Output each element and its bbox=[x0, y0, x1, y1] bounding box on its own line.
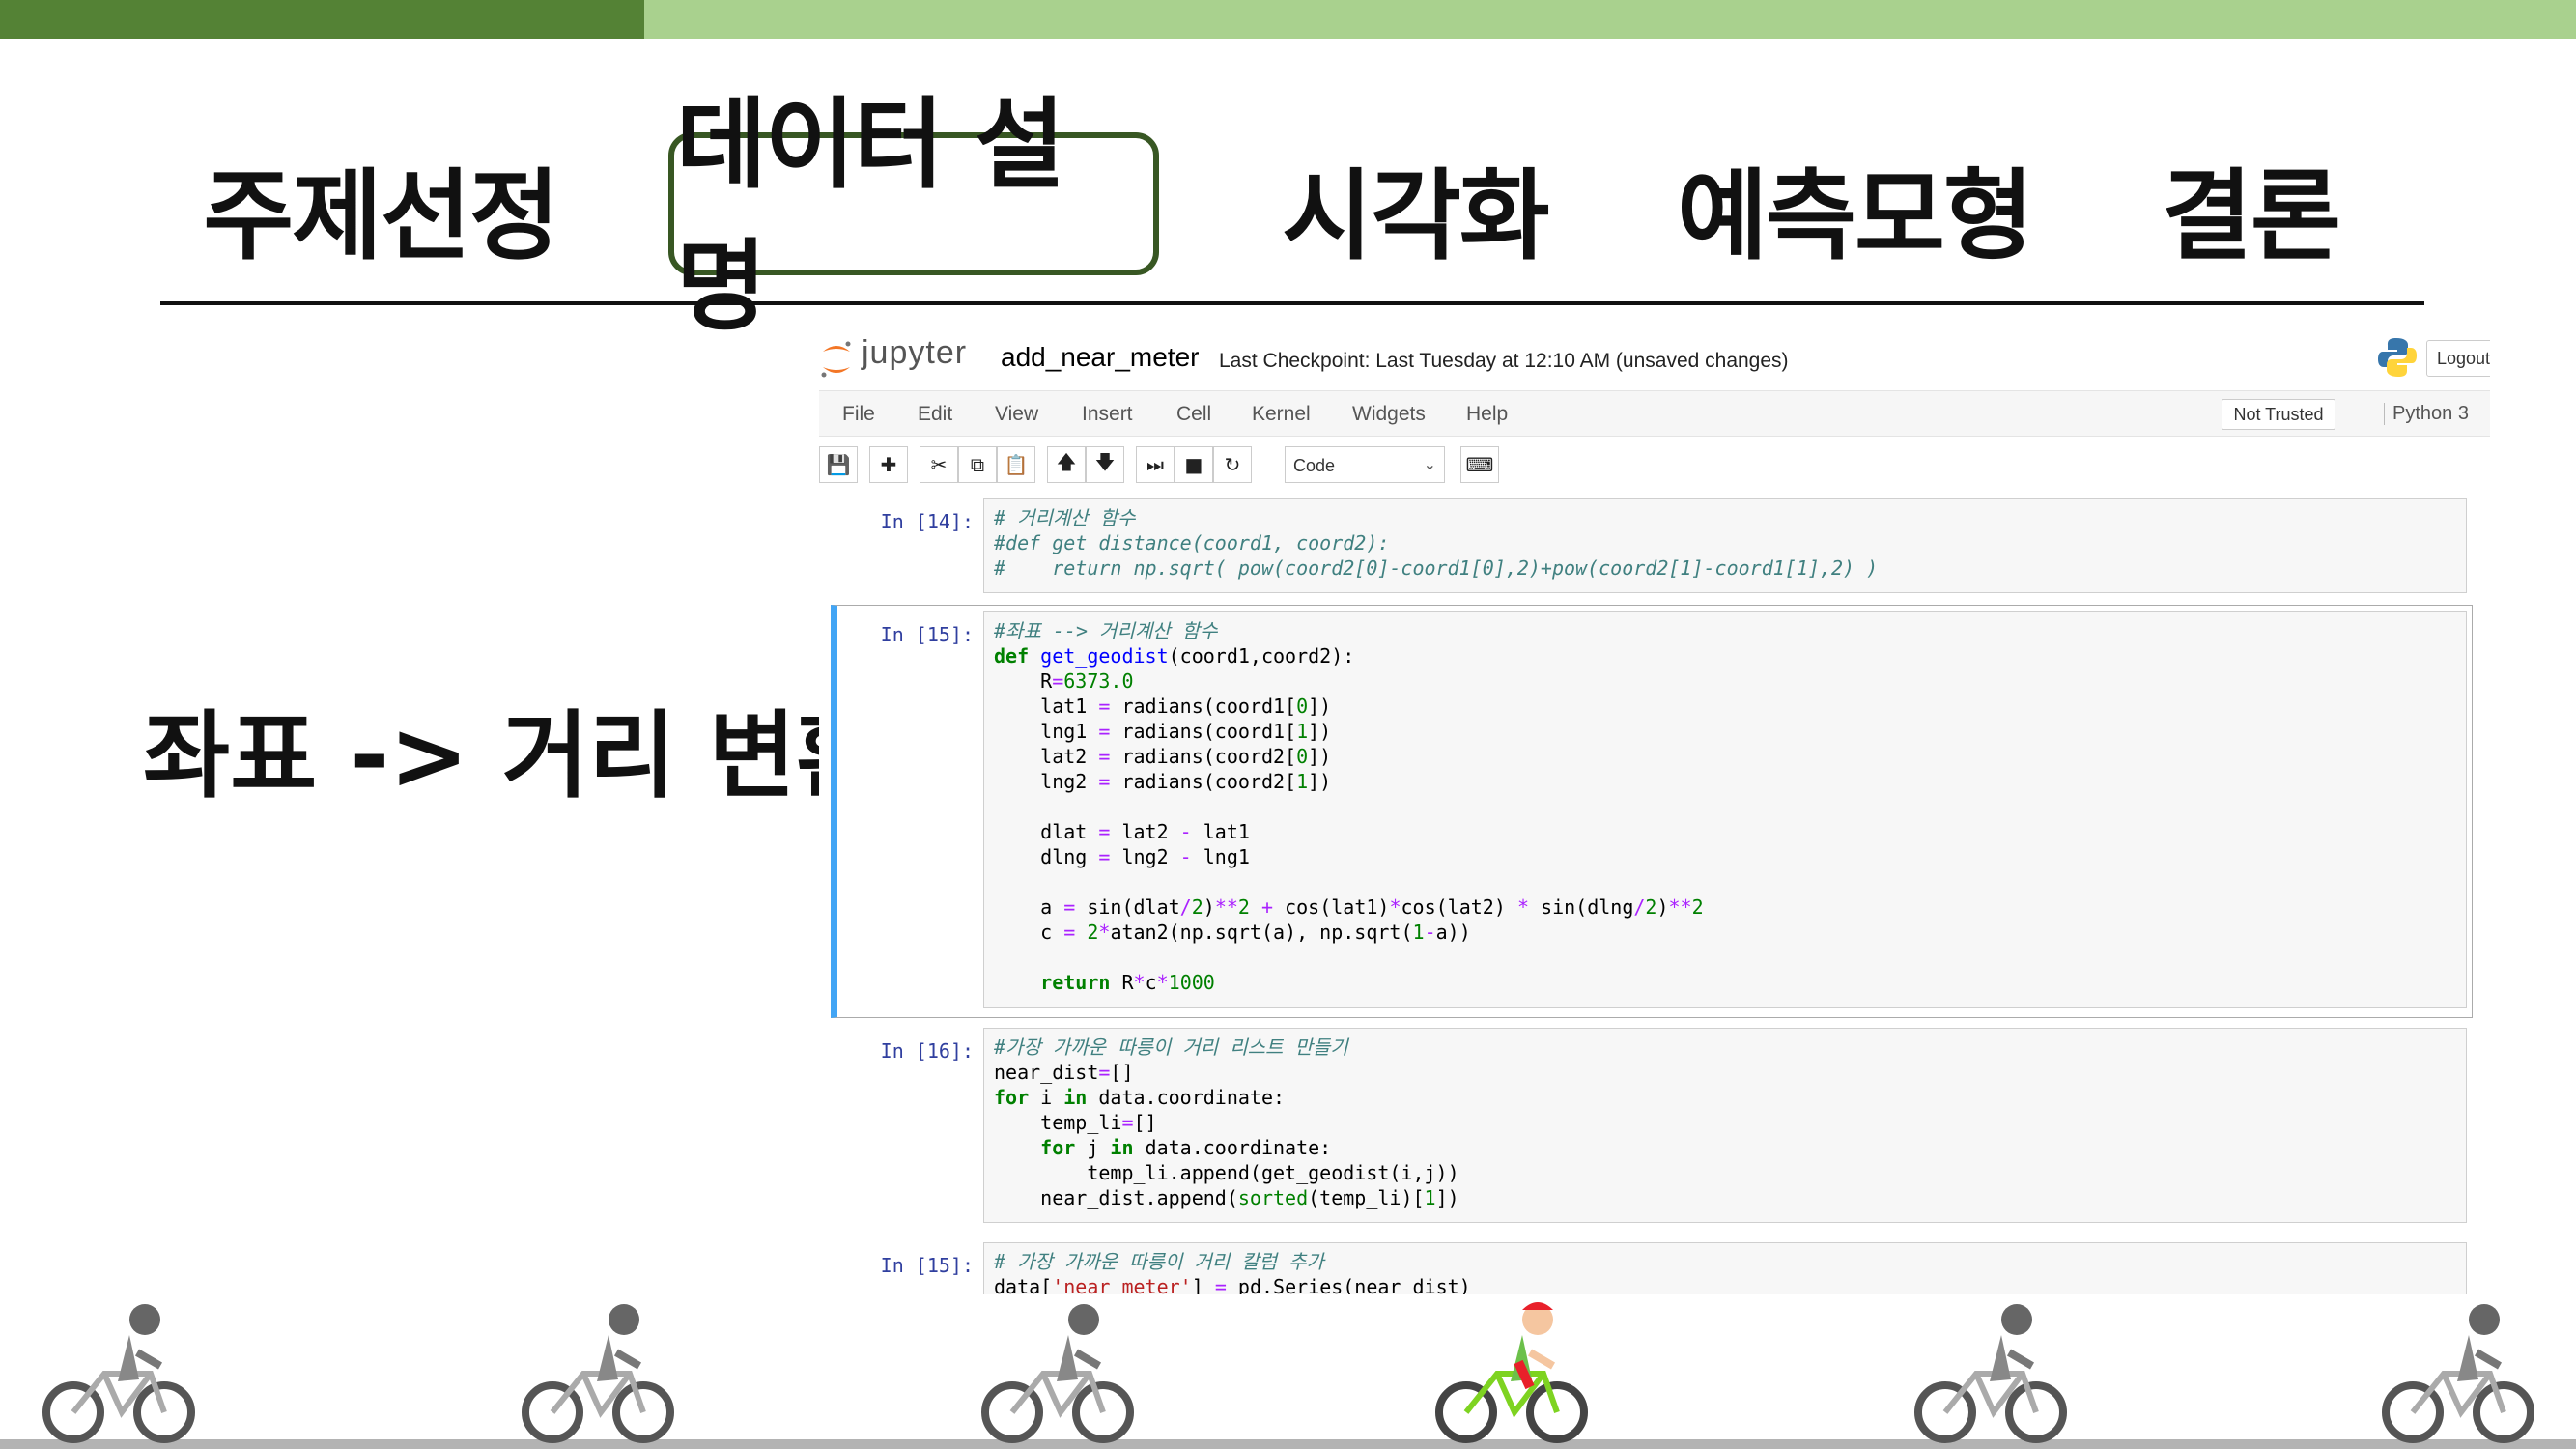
cyclist-icon bbox=[522, 1304, 674, 1443]
nav-divider bbox=[160, 301, 2424, 305]
nav-item-topic[interactable]: 주제선정 bbox=[189, 145, 572, 274]
paste-icon: 📋 bbox=[1004, 453, 1029, 476]
menu-file[interactable]: File bbox=[842, 403, 875, 426]
cell-input[interactable]: # 가장 가까운 따릉이 거리 칼럼 추가 data['near_meter']… bbox=[983, 1242, 2467, 1294]
menu-bar: File Edit View Insert Cell Kernel Widget… bbox=[819, 390, 2490, 437]
insert-cell-button[interactable]: ✚ bbox=[869, 446, 908, 483]
cyclist-icon-active bbox=[1435, 1302, 1588, 1443]
arrow-down-icon: 🡇 bbox=[1094, 450, 1116, 473]
nav-item-data-description[interactable]: 데이터 설명 bbox=[676, 88, 1151, 345]
save-icon: 💾 bbox=[826, 453, 851, 476]
cut-icon: ✂ bbox=[930, 453, 948, 476]
code-cell-selected[interactable]: In [15]: #좌표 --> 거리계산 함수 def get_geodist… bbox=[831, 605, 2473, 1018]
nav-item-prediction-model[interactable]: 예측모형 bbox=[1661, 145, 2048, 274]
python-logo-icon bbox=[2378, 338, 2417, 377]
move-up-button[interactable]: 🡅 bbox=[1047, 446, 1086, 483]
restart-icon: ↻ bbox=[1224, 453, 1241, 476]
code-cell[interactable]: In [15]: # 가장 가까운 따릉이 거리 칼럼 추가 data['nea… bbox=[831, 1242, 2473, 1294]
command-palette-button[interactable]: ⌨ bbox=[1460, 446, 1499, 483]
jupyter-logo-text: jupyter bbox=[862, 334, 968, 371]
arrow-up-icon: 🡅 bbox=[1056, 450, 1077, 473]
cell-input[interactable]: #가장 가까운 따릉이 거리 리스트 만들기 near_dist=[] for … bbox=[983, 1028, 2467, 1223]
checkpoint-status: Last Checkpoint: Last Tuesday at 12:10 A… bbox=[1219, 350, 1789, 372]
nav-item-conclusion[interactable]: 결론 bbox=[2144, 145, 2357, 274]
menu-insert[interactable]: Insert bbox=[1082, 403, 1133, 426]
notebook-name[interactable]: add_near_meter bbox=[1001, 342, 1199, 373]
cell-input[interactable]: # 거리계산 함수 #def get_distance(coord1, coor… bbox=[983, 498, 2467, 593]
plus-icon: ✚ bbox=[880, 453, 897, 476]
copy-icon: ⧉ bbox=[970, 453, 985, 476]
code-line: #좌표 --> 거리계산 함수 bbox=[994, 619, 1218, 642]
cyclist-icon bbox=[2382, 1304, 2534, 1443]
run-button[interactable]: ⏭ bbox=[1136, 446, 1175, 483]
cell-prompt: In [16]: bbox=[880, 1039, 974, 1063]
top-bar-progress bbox=[0, 0, 644, 39]
copy-button[interactable]: ⧉ bbox=[958, 446, 997, 483]
notebook-toolbar: 💾 ✚ ✂ ⧉ 📋 🡅 🡇 ⏭ ■ ↻ Code ⌄ ⌨ bbox=[819, 442, 2490, 487]
paste-button[interactable]: 📋 bbox=[997, 446, 1035, 483]
slide-subtitle: 좌표 -> 거리 변환 bbox=[143, 701, 884, 811]
cyclist-icon bbox=[42, 1304, 195, 1443]
move-down-button[interactable]: 🡇 bbox=[1086, 446, 1124, 483]
notebook-header: jupyter add_near_meter Last Checkpoint: … bbox=[819, 328, 2490, 388]
cell-input[interactable]: #좌표 --> 거리계산 함수 def get_geodist(coord1,c… bbox=[983, 611, 2467, 1008]
stop-icon: ■ bbox=[1184, 453, 1203, 476]
menu-widgets[interactable]: Widgets bbox=[1352, 403, 1426, 426]
jupyter-logo-icon bbox=[821, 341, 851, 378]
code-cell[interactable]: In [16]: #가장 가까운 따릉이 거리 리스트 만들기 near_dis… bbox=[831, 1028, 2473, 1231]
cyclist-icon bbox=[1914, 1304, 2067, 1443]
code-cell[interactable]: In [14]: # 거리계산 함수 #def get_distance(coo… bbox=[831, 498, 2473, 605]
code-line: # 거리계산 함수 bbox=[994, 506, 1136, 529]
cell-type-select[interactable]: Code ⌄ bbox=[1285, 446, 1445, 483]
restart-button[interactable]: ↻ bbox=[1213, 446, 1252, 483]
cell-prompt: In [14]: bbox=[880, 510, 974, 533]
jupyter-window: jupyter add_near_meter Last Checkpoint: … bbox=[819, 328, 2490, 1294]
menu-help[interactable]: Help bbox=[1466, 403, 1508, 426]
menu-edit[interactable]: Edit bbox=[918, 403, 952, 426]
ground-line bbox=[0, 1439, 2576, 1449]
keyboard-icon: ⌨ bbox=[1465, 453, 1494, 476]
logout-button[interactable]: Logout bbox=[2426, 340, 2490, 377]
cell-prompt: In [15]: bbox=[880, 1254, 974, 1277]
menu-cell[interactable]: Cell bbox=[1176, 403, 1211, 426]
chevron-down-icon: ⌄ bbox=[1423, 457, 1436, 473]
run-icon: ⏭ bbox=[1146, 453, 1164, 476]
save-button[interactable]: 💾 bbox=[819, 446, 858, 483]
cell-prompt: In [15]: bbox=[880, 623, 974, 646]
code-line: # 가장 가까운 따릉이 거리 칼럼 추가 bbox=[994, 1250, 1324, 1273]
interrupt-button[interactable]: ■ bbox=[1175, 446, 1213, 483]
menu-view[interactable]: View bbox=[995, 403, 1038, 426]
trust-status-button[interactable]: Not Trusted bbox=[2222, 399, 2335, 430]
cut-button[interactable]: ✂ bbox=[920, 446, 958, 483]
kernel-indicator: Python 3 bbox=[2384, 403, 2469, 425]
cyclist-icon bbox=[981, 1304, 1134, 1443]
code-line: #가장 가까운 따릉이 거리 리스트 만들기 bbox=[994, 1036, 1348, 1059]
code-line: # return np.sqrt( pow(coord2[0]-coord1[0… bbox=[994, 556, 1879, 580]
nav-item-visualization[interactable]: 시각화 bbox=[1246, 145, 1584, 274]
code-line: #def get_distance(coord1, coord2): bbox=[994, 531, 1390, 554]
menu-kernel[interactable]: Kernel bbox=[1252, 403, 1311, 426]
cell-type-value: Code bbox=[1293, 456, 1336, 475]
